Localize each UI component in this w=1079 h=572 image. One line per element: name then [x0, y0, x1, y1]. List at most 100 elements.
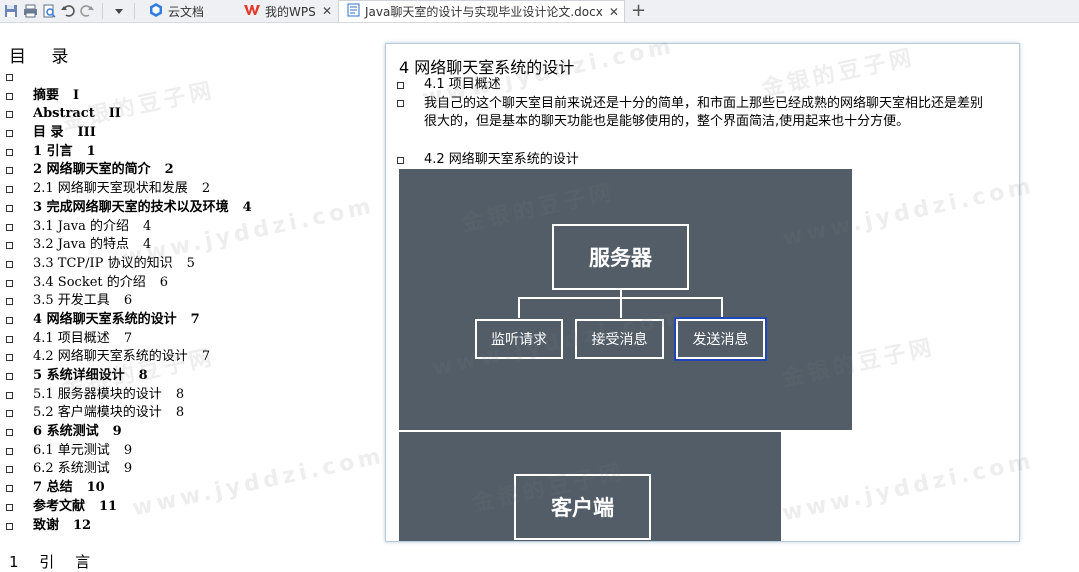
toc-item-text: 3.2 Java 的特点 — [33, 237, 129, 253]
close-icon[interactable]: ✕ — [316, 4, 332, 18]
paragraph-mark-icon — [6, 429, 13, 437]
redo-icon[interactable] — [78, 2, 96, 20]
toc-item-text: 7 总结 — [33, 480, 73, 496]
connector-line — [620, 297, 622, 318]
toc-item[interactable]: 7 总结 10 — [6, 479, 252, 498]
toc-list: 摘要 I Abstract II 目 录 III 1 引言 1 2 网络聊天室的简介 2 2.1 网… — [6, 68, 252, 535]
toc-item[interactable]: 2 网络聊天室的简介 2 — [6, 161, 252, 180]
toc-item[interactable]: 5.2 客户端模块的设计 8 — [6, 404, 252, 423]
toc-item-text: 3 完成网络聊天室的技术以及环境 — [33, 199, 229, 215]
tab-bar: 云文档 我的WPS ✕ Java聊天室的设计与实现毕业设计论文.docx ✕ + — [0, 0, 1079, 23]
receive-message-box: 接受消息 — [575, 319, 664, 359]
paragraph-mark-icon — [6, 298, 13, 306]
toc-item-page: 10 — [86, 480, 105, 496]
toc-item-text: 参考文献 — [33, 498, 86, 514]
toc-item[interactable]: 摘要 I — [6, 87, 252, 106]
close-icon[interactable]: ✕ — [603, 5, 619, 19]
paragraph-mark-icon — [6, 242, 13, 250]
toc-item-text: 3.1 Java 的介绍 — [33, 218, 129, 234]
document-preview-panel[interactable]: 4 网络聊天室系统的设计 4.1 项目概述 我自己的这个聊天室目前来说还是十分的… — [385, 43, 1020, 542]
toc-item-page: 9 — [112, 424, 122, 440]
cloud-doc-icon — [149, 2, 163, 20]
preview-subheading: 4.1 项目概述 — [424, 77, 501, 92]
paragraph-mark-icon — [6, 466, 13, 474]
toc-item[interactable]: 5 系统详细设计 8 — [6, 367, 252, 386]
paragraph-mark-icon — [6, 522, 13, 530]
server-box: 服务器 — [552, 224, 689, 290]
toc-item-page: 4 — [143, 237, 152, 253]
toc-item-page: 4 — [143, 218, 152, 234]
section-heading: 1 引 言 — [9, 553, 99, 571]
toc-item-text: 6.2 系统测试 — [33, 461, 110, 477]
chevron-down-icon[interactable] — [110, 2, 128, 20]
toc-item-text: 4 网络聊天室系统的设计 — [33, 311, 177, 327]
toc-item[interactable]: Abstract II — [6, 105, 252, 124]
paragraph-mark-icon — [6, 354, 13, 362]
toc-item[interactable]: 目 录 III — [6, 124, 252, 143]
toc-item-text: 2 网络聊天室的简介 — [33, 162, 151, 178]
toc-item-page: 9 — [123, 461, 133, 477]
toc-item[interactable]: 3 完成网络聊天室的技术以及环境 4 — [6, 199, 252, 218]
tab-document[interactable]: Java聊天室的设计与实现毕业设计论文.docx ✕ — [338, 0, 625, 22]
toc-item[interactable]: 6.1 单元测试 9 — [6, 442, 252, 461]
toc-item-page: 7 — [190, 311, 200, 327]
toc-item-text: 6.1 单元测试 — [33, 442, 110, 458]
paragraph-mark-icon — [6, 92, 13, 100]
client-diagram[interactable]: 客户端 — [399, 432, 781, 541]
toc-item[interactable]: 1 引言 1 — [6, 143, 252, 162]
toc-item-page: 8 — [175, 405, 185, 421]
send-message-box: 发送消息 — [676, 319, 765, 359]
paragraph-mark-icon — [6, 204, 13, 212]
paragraph-mark-icon — [6, 279, 13, 287]
toc-item-text: 目 录 — [33, 125, 64, 141]
toc-item-text: 6 系统测试 — [33, 424, 99, 440]
paragraph-mark-icon — [6, 503, 13, 511]
paragraph-mark-icon — [6, 410, 13, 418]
tab-label: 云文档 — [168, 4, 205, 19]
toc-item[interactable] — [6, 68, 252, 87]
connector-line — [518, 297, 520, 318]
print-preview-icon[interactable] — [40, 2, 58, 20]
toc-item-page: 12 — [73, 517, 92, 533]
tab-cloud-docs[interactable]: 云文档 — [141, 0, 236, 22]
preview-paragraph: 我自己的这个聊天室目前来说还是十分的简单，和市面上那些已经成熟的网络聊天室相比还… — [424, 96, 984, 129]
undo-icon[interactable] — [59, 2, 77, 20]
toc-item-text: 致谢 — [33, 517, 60, 533]
tab-label: 我的WPS — [265, 4, 316, 19]
paragraph-mark-icon — [6, 148, 13, 156]
toc-item-page: 9 — [123, 442, 133, 458]
paragraph-mark-icon — [397, 82, 404, 89]
toc-item-page: 6 — [123, 293, 133, 309]
save-icon[interactable] — [2, 2, 20, 20]
toc-item[interactable]: 6 系统测试 9 — [6, 423, 252, 442]
paragraph-mark-icon — [6, 223, 13, 231]
paragraph-mark-icon — [6, 485, 13, 493]
toc-item-text: 3.5 开发工具 — [33, 293, 110, 309]
toc-item[interactable]: 3.5 开发工具 6 — [6, 292, 252, 311]
toc-item[interactable]: 5.1 服务器模块的设计 8 — [6, 386, 252, 405]
paragraph-mark-icon — [6, 130, 13, 138]
toc-item[interactable]: 3.2 Java 的特点 4 — [6, 236, 252, 255]
toc-item[interactable]: 3.3 TCP/IP 协议的知识 5 — [6, 255, 252, 274]
toc-item[interactable]: 4 网络聊天室系统的设计 7 — [6, 311, 252, 330]
toc-item[interactable]: 4.2 网络聊天室系统的设计 7 — [6, 348, 252, 367]
toc-item[interactable]: 3.1 Java 的介绍 4 — [6, 218, 252, 237]
toc-item-text: 4.1 项目概述 — [33, 330, 110, 346]
server-diagram[interactable]: 服务器 监听请求 接受消息 发送消息 — [399, 169, 852, 430]
paragraph-mark-icon — [6, 447, 13, 455]
toc-item[interactable]: 4.1 项目概述 7 — [6, 330, 252, 349]
toc-item-page: 6 — [159, 274, 169, 290]
paragraph-mark-icon — [6, 316, 13, 324]
toc-item-text: 1 引言 — [33, 143, 73, 159]
preview-subheading: 4.2 网络聊天室系统的设计 — [424, 152, 579, 167]
toc-item[interactable]: 2.1 网络聊天室现状和发展 2 — [6, 180, 252, 199]
client-box: 客户端 — [514, 474, 651, 540]
toc-item[interactable]: 3.4 Socket 的介绍 6 — [6, 274, 252, 293]
tab-my-wps[interactable]: 我的WPS ✕ — [236, 0, 338, 22]
toc-item[interactable]: 参考文献 11 — [6, 498, 252, 517]
toc-item[interactable]: 致谢 12 — [6, 517, 252, 536]
toc-item[interactable]: 6.2 系统测试 9 — [6, 460, 252, 479]
print-icon[interactable] — [21, 2, 39, 20]
toc-item-text: 5 系统详细设计 — [33, 368, 125, 383]
new-tab-icon[interactable]: + — [631, 1, 646, 21]
